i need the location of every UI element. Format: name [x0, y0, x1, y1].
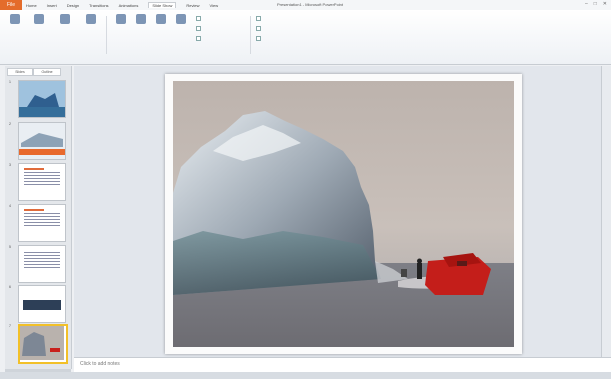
- slide-number: 6: [9, 285, 11, 289]
- thumbnail-image: [19, 123, 65, 159]
- slide-number: 7: [9, 324, 11, 328]
- option-6[interactable]: [256, 36, 263, 41]
- tab-animations[interactable]: Animations: [119, 3, 139, 8]
- option-3[interactable]: [196, 36, 203, 41]
- checkbox-icon: [256, 36, 261, 41]
- hide-slide-icon: [136, 14, 146, 24]
- slide-thumbnail-2[interactable]: [18, 122, 66, 160]
- slide-number: 4: [9, 204, 11, 208]
- ribbon-button-8[interactable]: [170, 14, 192, 50]
- thumbnail-image: [19, 286, 65, 322]
- close-icon[interactable]: ✕: [603, 1, 607, 7]
- thumbnail-image: [19, 81, 65, 117]
- slide-editing-area: [74, 66, 611, 357]
- ribbon-button-1[interactable]: [4, 14, 26, 50]
- tab-outline[interactable]: Outline: [33, 68, 61, 76]
- minimize-icon[interactable]: –: [585, 1, 588, 7]
- slide-icon: [34, 14, 44, 24]
- slide-number: 2: [9, 122, 11, 126]
- ribbon-button-5[interactable]: [110, 14, 132, 50]
- ribbon: [0, 10, 611, 65]
- option-4[interactable]: [256, 16, 263, 21]
- vertical-scrollbar[interactable]: [601, 66, 611, 357]
- slide-number: 3: [9, 163, 11, 167]
- ribbon-button-2[interactable]: [28, 14, 50, 50]
- custom-show-icon: [86, 14, 96, 24]
- broadcast-icon: [60, 14, 70, 24]
- tab-design[interactable]: Design: [67, 3, 79, 8]
- ribbon-button-7[interactable]: [150, 14, 172, 50]
- option-1[interactable]: [196, 16, 203, 21]
- tab-transitions[interactable]: Transitions: [89, 3, 108, 8]
- maximize-icon[interactable]: □: [594, 1, 597, 7]
- option-5[interactable]: [256, 26, 263, 31]
- ribbon-button-4[interactable]: [80, 14, 102, 50]
- checkbox-icon: [256, 16, 261, 21]
- window-title: Presentation1 - Microsoft PowerPoint: [276, 2, 344, 7]
- notes-placeholder: Click to add notes: [80, 361, 120, 367]
- group-divider: [106, 16, 107, 54]
- checkbox-icon: [256, 26, 261, 31]
- setup-icon: [116, 14, 126, 24]
- group-divider: [250, 16, 251, 54]
- slide-number: 5: [9, 245, 11, 249]
- file-tab[interactable]: File: [0, 0, 22, 10]
- current-slide[interactable]: [165, 74, 522, 354]
- slide-thumbnail-7[interactable]: [18, 324, 68, 364]
- slide-thumbnail-1[interactable]: [18, 80, 66, 118]
- tab-home[interactable]: Home: [26, 3, 37, 8]
- slide-thumbnail-3[interactable]: [18, 163, 66, 201]
- title-bar: File Home Insert Design Transitions Anim…: [0, 0, 611, 10]
- slides-panel: Slides Outline 1 2 3 4 5 6 7: [5, 66, 72, 369]
- ribbon-button-6[interactable]: [130, 14, 152, 50]
- notes-pane[interactable]: Click to add notes: [74, 357, 611, 372]
- ribbon-button-3[interactable]: [54, 14, 76, 50]
- powerpoint-window: File Home Insert Design Transitions Anim…: [0, 0, 611, 379]
- tab-insert[interactable]: Insert: [47, 3, 57, 8]
- slide-thumbnail-4[interactable]: [18, 204, 66, 242]
- slide-icon: [10, 14, 20, 24]
- iceberg-boat-photo: [173, 81, 514, 347]
- status-bar: [0, 372, 611, 379]
- option-2[interactable]: [196, 26, 203, 31]
- thumbnail-image: [20, 326, 64, 360]
- tab-slides[interactable]: Slides: [7, 68, 33, 76]
- checkbox-icon: [196, 26, 201, 31]
- slide-number: 1: [9, 80, 11, 84]
- slide-thumbnail-6[interactable]: [18, 285, 66, 323]
- tab-slide-show[interactable]: Slide Show: [148, 2, 177, 8]
- window-controls: – □ ✕: [585, 1, 607, 7]
- slide-thumbnail-5[interactable]: [18, 245, 66, 283]
- checkbox-icon: [196, 16, 201, 21]
- checkbox-icon: [196, 36, 201, 41]
- rehearse-icon: [156, 14, 166, 24]
- record-icon: [176, 14, 186, 24]
